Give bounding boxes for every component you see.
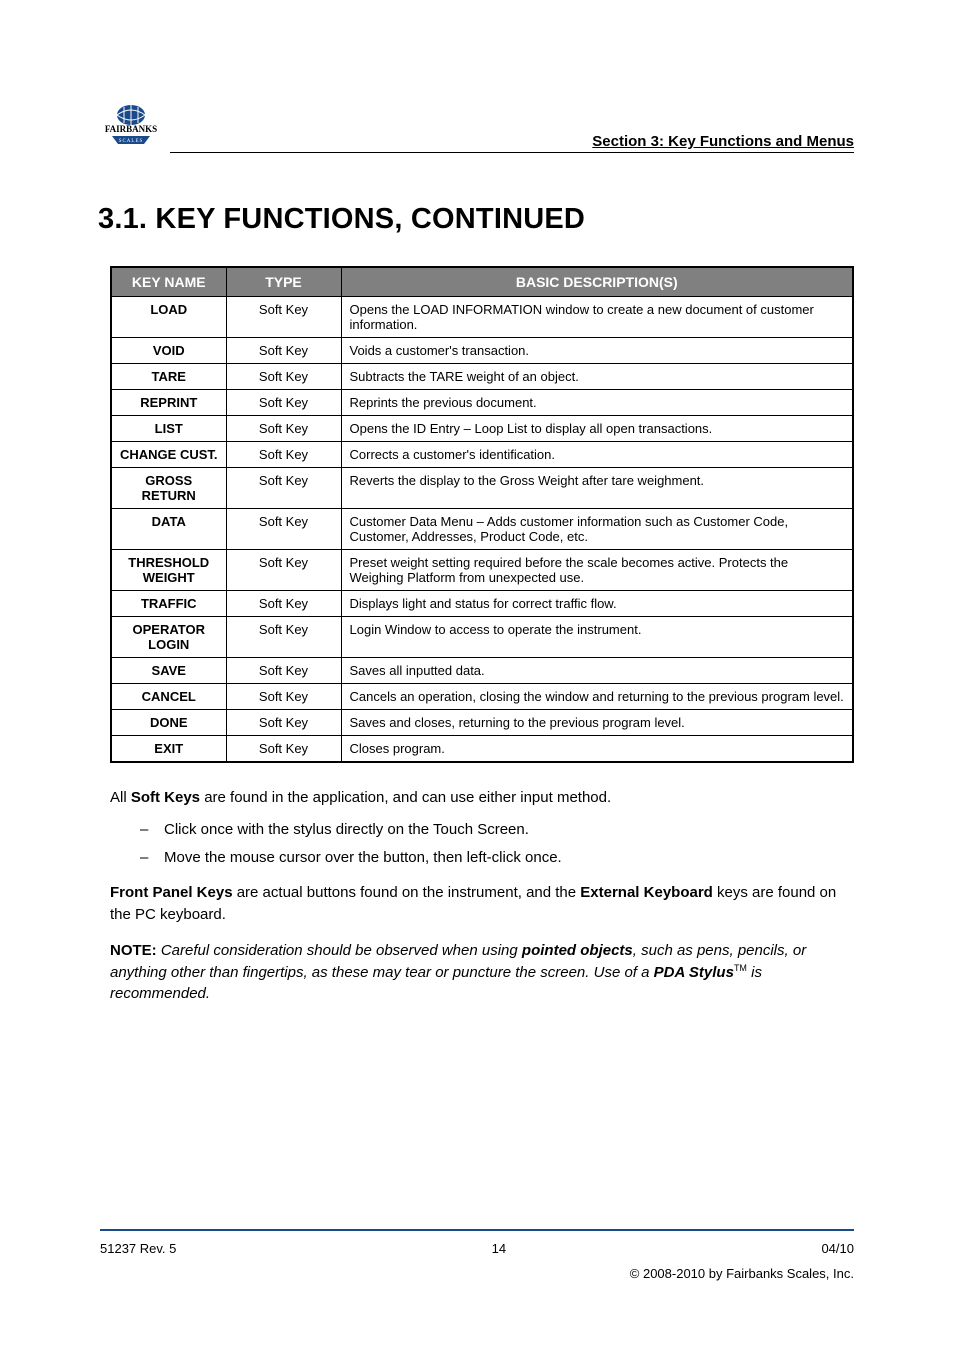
table-row: TRAFFICSoft KeyDisplays light and status…	[111, 591, 853, 617]
paragraph-frontpanel: Front Panel Keys are actual buttons foun…	[110, 882, 854, 926]
footer-rule	[100, 1229, 854, 1231]
cell-keyname: LIST	[111, 416, 226, 442]
cell-type: Soft Key	[226, 297, 341, 338]
table-row: TARESoft KeySubtracts the TARE weight of…	[111, 364, 853, 390]
table-row: DATASoft KeyCustomer Data Menu – Adds cu…	[111, 509, 853, 550]
svg-text:SCALES: SCALES	[119, 139, 144, 144]
table-row: LISTSoft KeyOpens the ID Entry – Loop Li…	[111, 416, 853, 442]
table-row: CANCELSoft KeyCancels an operation, clos…	[111, 684, 853, 710]
cell-keyname: CHANGE CUST.	[111, 442, 226, 468]
cell-keyname: GROSS RETURN	[111, 468, 226, 509]
cell-type: Soft Key	[226, 390, 341, 416]
footer-page: 14	[492, 1241, 506, 1256]
cell-desc: Reprints the previous document.	[341, 390, 853, 416]
cell-type: Soft Key	[226, 710, 341, 736]
table-row: REPRINTSoft KeyReprints the previous doc…	[111, 390, 853, 416]
cell-keyname: DONE	[111, 710, 226, 736]
list-item: Click once with the stylus directly on t…	[140, 819, 854, 841]
svg-text:FAIRBANKS: FAIRBANKS	[105, 124, 157, 134]
cell-type: Soft Key	[226, 658, 341, 684]
cell-desc: Customer Data Menu – Adds customer infor…	[341, 509, 853, 550]
cell-desc: Reverts the display to the Gross Weight …	[341, 468, 853, 509]
cell-keyname: LOAD	[111, 297, 226, 338]
th-keyname: KEY NAME	[111, 267, 226, 297]
cell-keyname: SAVE	[111, 658, 226, 684]
cell-keyname: EXIT	[111, 736, 226, 763]
cell-desc: Displays light and status for correct tr…	[341, 591, 853, 617]
cell-type: Soft Key	[226, 684, 341, 710]
list-item: Move the mouse cursor over the button, t…	[140, 847, 854, 869]
table-row: GROSS RETURNSoft KeyReverts the display …	[111, 468, 853, 509]
cell-desc: Preset weight setting required before th…	[341, 550, 853, 591]
th-type: TYPE	[226, 267, 341, 297]
cell-type: Soft Key	[226, 416, 341, 442]
table-row: LOADSoft KeyOpens the LOAD INFORMATION w…	[111, 297, 853, 338]
cell-keyname: VOID	[111, 338, 226, 364]
cell-type: Soft Key	[226, 591, 341, 617]
footer-date: 04/10	[821, 1241, 854, 1256]
cell-desc: Opens the ID Entry – Loop List to displa…	[341, 416, 853, 442]
fairbanks-logo: FAIRBANKS SCALES	[100, 100, 162, 150]
cell-keyname: DATA	[111, 509, 226, 550]
cell-type: Soft Key	[226, 442, 341, 468]
table-row: EXITSoft KeyCloses program.	[111, 736, 853, 763]
cell-keyname: CANCEL	[111, 684, 226, 710]
cell-keyname: TARE	[111, 364, 226, 390]
cell-desc: Corrects a customer's identification.	[341, 442, 853, 468]
table-row: CHANGE CUST.Soft KeyCorrects a customer'…	[111, 442, 853, 468]
th-desc: BASIC DESCRIPTION(S)	[341, 267, 853, 297]
cell-desc: Subtracts the TARE weight of an object.	[341, 364, 853, 390]
cell-type: Soft Key	[226, 617, 341, 658]
section-title: Section 3: Key Functions and Menus	[592, 133, 854, 150]
footer-copyright: © 2008-2010 by Fairbanks Scales, Inc.	[630, 1266, 854, 1281]
cell-keyname: OPERATOR LOGIN	[111, 617, 226, 658]
table-row: SAVESoft KeySaves all inputted data.	[111, 658, 853, 684]
input-methods-list: Click once with the stylus directly on t…	[140, 819, 854, 869]
cell-desc: Login Window to access to operate the in…	[341, 617, 853, 658]
table-row: DONESoft KeySaves and closes, returning …	[111, 710, 853, 736]
cell-desc: Closes program.	[341, 736, 853, 763]
cell-type: Soft Key	[226, 736, 341, 763]
cell-type: Soft Key	[226, 364, 341, 390]
footer-rev: 51237 Rev. 5	[100, 1241, 176, 1256]
cell-type: Soft Key	[226, 468, 341, 509]
table-row: VOIDSoft KeyVoids a customer's transacti…	[111, 338, 853, 364]
cell-type: Soft Key	[226, 550, 341, 591]
cell-desc: Saves and closes, returning to the previ…	[341, 710, 853, 736]
page-heading: 3.1. KEY FUNCTIONS, CONTINUED	[98, 203, 954, 236]
cell-desc: Opens the LOAD INFORMATION window to cre…	[341, 297, 853, 338]
cell-keyname: TRAFFIC	[111, 591, 226, 617]
table-row: THRESHOLD WEIGHTSoft KeyPreset weight se…	[111, 550, 853, 591]
table-row: OPERATOR LOGINSoft KeyLogin Window to ac…	[111, 617, 853, 658]
note-paragraph: NOTE: Careful consideration should be ob…	[110, 940, 854, 1005]
cell-keyname: REPRINT	[111, 390, 226, 416]
cell-desc: Cancels an operation, closing the window…	[341, 684, 853, 710]
key-functions-table: KEY NAME TYPE BASIC DESCRIPTION(S) LOADS…	[110, 266, 854, 763]
cell-desc: Saves all inputted data.	[341, 658, 853, 684]
cell-keyname: THRESHOLD WEIGHT	[111, 550, 226, 591]
paragraph-softkeys: All Soft Keys are found in the applicati…	[110, 787, 854, 809]
cell-type: Soft Key	[226, 338, 341, 364]
cell-desc: Voids a customer's transaction.	[341, 338, 853, 364]
header-rule	[170, 152, 854, 153]
cell-type: Soft Key	[226, 509, 341, 550]
